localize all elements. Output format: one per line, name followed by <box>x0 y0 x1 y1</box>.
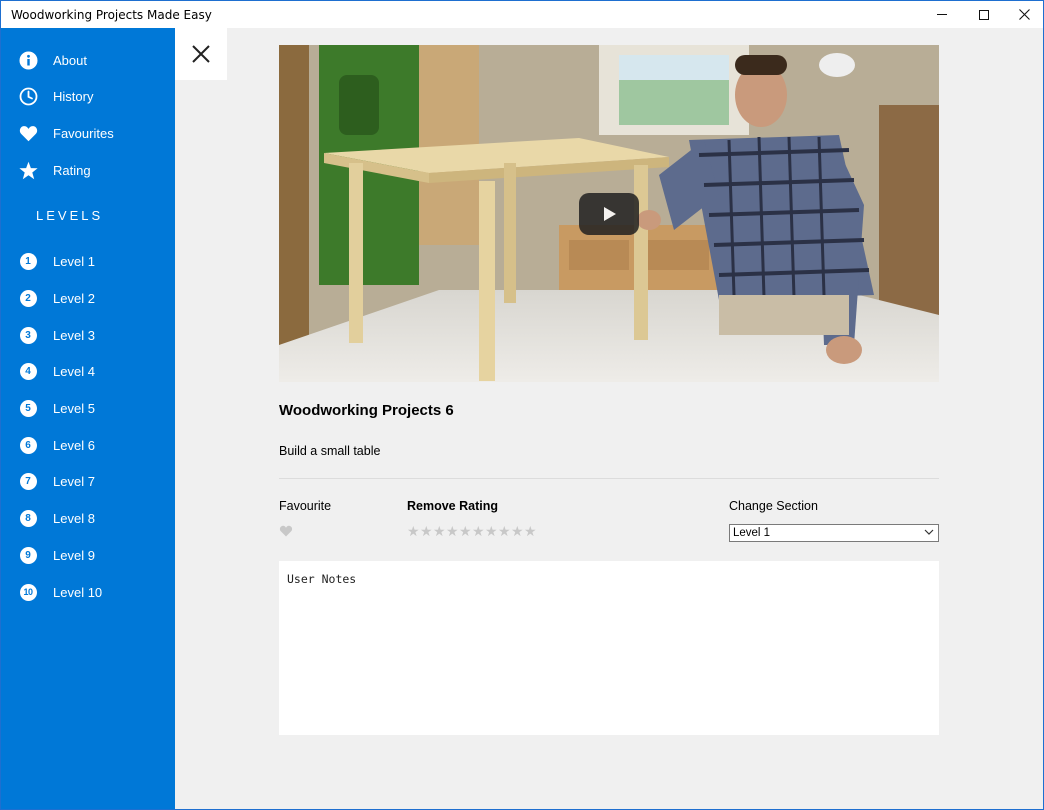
rating-star-icon[interactable]: ★ <box>407 524 420 538</box>
sidebar-item-level-1[interactable]: 1 Level 1 <box>1 244 175 278</box>
level-2-icon: 2 <box>19 289 37 307</box>
sidebar-item-label: Level 6 <box>53 437 95 453</box>
sidebar-item-about[interactable]: About <box>1 43 175 77</box>
close-icon <box>1018 9 1030 20</box>
level-5-icon: 5 <box>19 399 37 417</box>
sidebar-item-label: History <box>53 88 94 104</box>
favourite-label: Favourite <box>279 499 332 513</box>
rating-star-icon[interactable]: ★ <box>498 524 511 538</box>
sidebar-item-label: Level 8 <box>53 510 95 526</box>
rating-star-icon[interactable]: ★ <box>511 524 524 538</box>
maximize-icon <box>979 9 989 20</box>
favourite-toggle[interactable] <box>279 524 293 542</box>
video-player[interactable] <box>279 45 939 382</box>
heart-icon <box>18 123 38 143</box>
sidebar-item-label: Level 2 <box>53 290 95 306</box>
level-8-icon: 8 <box>19 509 37 527</box>
rating-star-icon[interactable]: ★ <box>472 524 485 538</box>
sidebar-item-level-2[interactable]: 2 Level 2 <box>1 281 175 315</box>
level-9-icon: 9 <box>19 546 37 564</box>
rating-star-icon[interactable]: ★ <box>459 524 472 538</box>
app-window: Woodworking Projects Made Easy About His… <box>0 0 1044 810</box>
sidebar-item-level-8[interactable]: 8 Level 8 <box>1 501 175 535</box>
sidebar-item-favourites[interactable]: Favourites <box>1 116 175 150</box>
user-notes-field[interactable]: User Notes <box>279 561 939 735</box>
rating-star-icon[interactable]: ★ <box>524 524 537 538</box>
sidebar-item-label: Rating <box>53 162 91 178</box>
sidebar-item-level-5[interactable]: 5 Level 5 <box>1 391 175 425</box>
section-select-value: Level 1 <box>733 527 771 539</box>
level-10-icon: 10 <box>19 583 37 601</box>
sidebar-item-level-7[interactable]: 7 Level 7 <box>1 464 175 498</box>
change-section-label: Change Section <box>729 499 818 513</box>
user-notes-placeholder: User Notes <box>287 572 357 586</box>
sidebar-item-history[interactable]: History <box>1 79 175 113</box>
level-7-icon: 7 <box>19 472 37 490</box>
section-select[interactable]: Level 1 <box>729 524 939 542</box>
remove-rating-button[interactable]: Remove Rating <box>407 499 498 513</box>
sidebar-item-label: Level 3 <box>53 327 95 343</box>
chevron-down-icon <box>923 526 935 541</box>
play-icon <box>604 207 616 221</box>
sidebar-item-label: Level 4 <box>53 363 95 379</box>
window-title: Woodworking Projects Made Easy <box>11 8 212 22</box>
rating-star-icon[interactable]: ★ <box>485 524 498 538</box>
sidebar-item-level-4[interactable]: 4 Level 4 <box>1 354 175 388</box>
info-icon <box>18 50 38 70</box>
heart-icon <box>279 525 293 537</box>
sidebar-item-label: Level 10 <box>53 584 103 600</box>
sidebar-item-rating[interactable]: Rating <box>1 153 175 187</box>
sidebar-item-level-3[interactable]: 3 Level 3 <box>1 318 175 352</box>
level-3-icon: 3 <box>19 326 37 344</box>
level-4-icon: 4 <box>19 362 37 380</box>
sidebar-item-label: Level 9 <box>53 547 95 563</box>
clock-icon <box>18 86 38 106</box>
close-icon <box>192 45 210 63</box>
title-bar: Woodworking Projects Made Easy <box>1 1 1043 28</box>
level-6-icon: 6 <box>19 436 37 454</box>
sidebar-item-level-9[interactable]: 9 Level 9 <box>1 538 175 572</box>
project-description: Build a small table <box>279 444 381 458</box>
rating-star-icon[interactable]: ★ <box>446 524 459 538</box>
level-1-icon: 1 <box>19 252 37 270</box>
minimize-button[interactable] <box>919 1 965 28</box>
sidebar-item-level-6[interactable]: 6 Level 6 <box>1 428 175 462</box>
sidebar-item-label: Level 1 <box>53 253 95 269</box>
play-button[interactable] <box>579 193 639 235</box>
window-close-button[interactable] <box>1001 1 1043 28</box>
sidebar-item-label: Level 7 <box>53 473 95 489</box>
rating-star-icon[interactable]: ★ <box>420 524 433 538</box>
rating-star-icon[interactable]: ★ <box>433 524 446 538</box>
close-details-button[interactable] <box>175 28 227 80</box>
sidebar-item-label: Level 5 <box>53 400 95 416</box>
sidebar: About History Favourites Rating LEVELS 1… <box>1 28 175 809</box>
levels-heading: LEVELS <box>36 208 104 223</box>
project-title: Woodworking Projects 6 <box>279 402 454 419</box>
sidebar-item-label: Favourites <box>53 125 114 141</box>
divider <box>279 478 939 479</box>
sidebar-item-level-10[interactable]: 10 Level 10 <box>1 575 175 609</box>
rating-stars[interactable]: ★ ★ ★ ★ ★ ★ ★ ★ ★ ★ <box>407 524 537 538</box>
star-icon <box>18 160 38 180</box>
minimize-icon <box>937 14 947 15</box>
sidebar-item-label: About <box>53 52 87 68</box>
